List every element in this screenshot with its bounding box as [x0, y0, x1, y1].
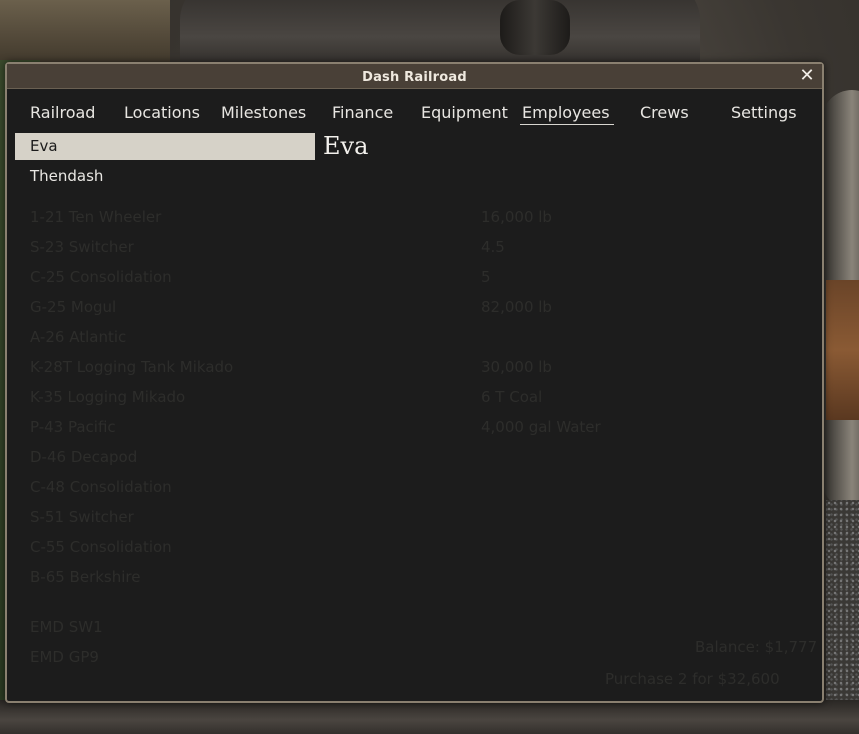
- tab-finance[interactable]: Finance: [332, 98, 393, 128]
- tab-railroad[interactable]: Railroad: [30, 98, 95, 128]
- tab-milestones[interactable]: Milestones: [221, 98, 306, 128]
- ghost-list-item: D-46 Decapod: [30, 448, 138, 466]
- ghost-list-item: EMD GP9: [30, 648, 99, 666]
- ghost-list-item: S-51 Switcher: [30, 508, 134, 526]
- ghost-balance: Balance: $1,777: [695, 638, 818, 656]
- employee-list: Eva Thendash: [15, 133, 315, 193]
- ghost-value: 6 T Coal: [481, 388, 543, 406]
- game-scene: Dash Railroad ✕ 1-21 Ten Wheeler S-23 Sw…: [0, 0, 859, 734]
- ghost-purchase: Purchase 2 for $32,600: [605, 670, 780, 688]
- window-titlebar[interactable]: Dash Railroad ✕: [7, 64, 822, 89]
- employee-list-item[interactable]: Eva: [15, 133, 315, 160]
- window-title: Dash Railroad: [362, 70, 467, 85]
- ghost-value: 5: [481, 268, 491, 286]
- ghost-list-item: P-43 Pacific: [30, 418, 116, 436]
- railroad-window: Dash Railroad ✕ 1-21 Ten Wheeler S-23 Sw…: [5, 62, 824, 703]
- ghost-list-item: EMD SW1: [30, 618, 103, 636]
- tab-locations[interactable]: Locations: [124, 98, 200, 128]
- close-icon[interactable]: ✕: [796, 64, 818, 88]
- ghost-value: 30,000 lb: [481, 358, 552, 376]
- tab-employees[interactable]: Employees: [520, 98, 614, 128]
- employee-list-item[interactable]: Thendash: [15, 163, 315, 190]
- background-ground: [0, 700, 859, 734]
- ghost-value: 4,000 gal Water: [481, 418, 601, 436]
- ghost-list-item: C-55 Consolidation: [30, 538, 172, 556]
- ghost-list-item: B-65 Berkshire: [30, 568, 141, 586]
- ghost-list-item: A-26 Atlantic: [30, 328, 127, 346]
- ghost-list-item: S-23 Switcher: [30, 238, 134, 256]
- ghost-value: 4.5: [481, 238, 505, 256]
- background-rust-part: [826, 280, 859, 420]
- background-gravel: [826, 500, 859, 734]
- background-pipe: [500, 0, 570, 55]
- ghost-list-item: K-28T Logging Tank Mikado: [30, 358, 234, 376]
- ghost-value: 16,000 lb: [481, 208, 552, 226]
- tab-bar: Railroad Locations Milestones Finance Eq…: [7, 98, 822, 128]
- tab-equipment[interactable]: Equipment: [421, 98, 508, 128]
- tab-settings[interactable]: Settings: [731, 98, 797, 128]
- ghost-list-item: K-35 Logging Mikado: [30, 388, 186, 406]
- ghost-list-item: C-25 Consolidation: [30, 268, 172, 286]
- ghost-list-item: C-48 Consolidation: [30, 478, 172, 496]
- ghost-list-item: 1-21 Ten Wheeler: [30, 208, 162, 226]
- employee-detail-title: Eva: [323, 132, 369, 160]
- tab-crews[interactable]: Crews: [640, 98, 689, 128]
- ghost-value: 82,000 lb: [481, 298, 552, 316]
- ghost-list-item: G-25 Mogul: [30, 298, 117, 316]
